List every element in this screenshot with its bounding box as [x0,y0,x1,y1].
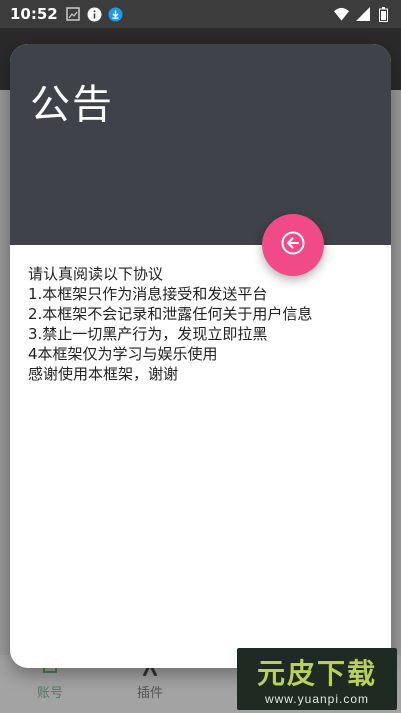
image-icon [66,7,81,22]
watermark-logo: 元皮下载 [256,657,377,690]
status-icons-right [334,6,391,22]
dialog-title: 公告 [30,82,114,128]
body-line: 2.本框架不会记录和泄露任何关于用户信息 [28,305,313,323]
status-time: 10:52 [10,5,58,23]
status-icons-left [66,7,123,22]
watermark-url: www.yuanpi.com [264,692,370,706]
download-icon [108,7,123,22]
wifi-icon [334,7,349,22]
body-line: 1.本框架只作为消息接受和发送平台 [28,285,268,303]
body-line: 3.禁止一切黑产行为，发现立即拉黑 [28,325,268,343]
info-icon [87,7,102,22]
dialog-body: 请认真阅读以下协议 1.本框架只作为消息接受和发送平台 2.本框架不会记录和泄露… [28,264,378,384]
arrow-left-circle-icon [280,230,306,260]
dialog-header: 公告 [10,44,391,245]
body-line: 请认真阅读以下协议 [28,265,164,283]
confirm-fab-button[interactable] [262,214,324,276]
signal-icon [355,7,370,22]
body-line: 4本框架仅为学习与娱乐使用 [28,345,218,363]
announcement-dialog: 公告 请认真阅读以下协议 1.本框架只作为消息接受和发送平台 2.本框架不会记录… [10,44,391,668]
status-bar: 10:52 [0,0,401,28]
nav-label-plugins: 插件 [136,686,163,701]
body-line: 感谢使用本框架，谢谢 [28,365,179,383]
site-watermark: 元皮下载 www.yuanpi.com [237,648,397,710]
battery-icon [376,6,391,22]
nav-label-account: 账号 [36,686,63,701]
